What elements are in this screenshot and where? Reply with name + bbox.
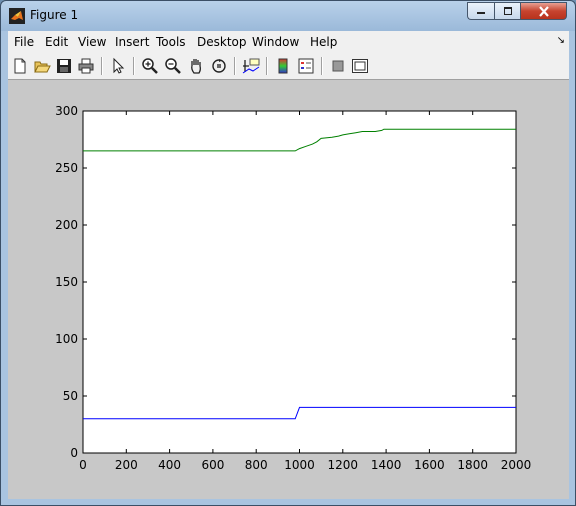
print-button[interactable] bbox=[76, 56, 96, 76]
close-button[interactable] bbox=[520, 2, 567, 20]
axes-box bbox=[82, 110, 517, 454]
toolbar-separator bbox=[266, 57, 268, 75]
open-file-button[interactable] bbox=[32, 56, 52, 76]
pan-button[interactable] bbox=[186, 56, 206, 76]
open-file-icon bbox=[34, 61, 51, 73]
figure-window: Figure 1 File Edit View Insert Tools Des… bbox=[0, 0, 576, 506]
colorbar-button[interactable] bbox=[273, 56, 293, 76]
legend-button[interactable] bbox=[296, 56, 316, 76]
menu-view[interactable]: View bbox=[78, 35, 106, 49]
save-button[interactable] bbox=[54, 56, 74, 76]
pan-hand-icon bbox=[191, 59, 201, 74]
y-tick-label: 50 bbox=[63, 389, 78, 403]
x-tick-label: 400 bbox=[158, 458, 181, 472]
hide-plot-tools-button[interactable] bbox=[328, 56, 348, 76]
colorbar-icon bbox=[278, 58, 288, 74]
y-tick-label: 200 bbox=[55, 218, 78, 232]
toolbar-separator bbox=[101, 57, 103, 75]
rotate-3d-icon bbox=[212, 59, 226, 73]
zoom-out-icon bbox=[165, 58, 181, 74]
x-tick-label: 2000 bbox=[501, 458, 532, 472]
minimize-button[interactable] bbox=[467, 2, 494, 20]
y-tick-label: 100 bbox=[55, 332, 78, 346]
show-plot-tools-button[interactable] bbox=[350, 56, 370, 76]
x-tick-label: 1600 bbox=[414, 458, 445, 472]
pointer-button[interactable] bbox=[108, 56, 128, 76]
x-tick-label: 800 bbox=[245, 458, 268, 472]
save-icon bbox=[57, 59, 71, 73]
window-title: Figure 1 bbox=[30, 8, 79, 22]
x-tick-label: 1200 bbox=[328, 458, 359, 472]
x-tick-label: 1400 bbox=[371, 458, 402, 472]
data-cursor-button[interactable] bbox=[241, 56, 261, 76]
y-tick-label: 0 bbox=[70, 446, 78, 460]
menu-tools[interactable]: Tools bbox=[156, 35, 186, 49]
dock-arrow-icon[interactable]: ↘ bbox=[557, 35, 565, 46]
pointer-icon bbox=[113, 57, 125, 74]
y-tick-label: 250 bbox=[55, 161, 78, 175]
figure-canvas: 0 200 400 600 800 1000 1200 1400 1600 1800 2000 0 50… bbox=[8, 80, 569, 499]
toolbar-separator bbox=[321, 57, 323, 75]
menu-file[interactable]: File bbox=[14, 35, 34, 49]
rotate-3d-button[interactable] bbox=[209, 56, 229, 76]
y-tick-label: 150 bbox=[55, 275, 78, 289]
print-icon bbox=[78, 58, 94, 74]
matlab-logo-icon bbox=[9, 8, 25, 24]
legend-icon bbox=[298, 58, 314, 74]
zoom-out-button[interactable] bbox=[163, 56, 183, 76]
menu-insert[interactable]: Insert bbox=[115, 35, 149, 49]
x-tick-label: 1800 bbox=[457, 458, 488, 472]
figure-toolbar bbox=[8, 53, 569, 80]
hide-plot-tools-icon bbox=[332, 60, 344, 72]
y-tick-label: 300 bbox=[55, 104, 78, 118]
new-figure-icon bbox=[14, 58, 26, 74]
figure-client: File Edit View Insert Tools Desktop Wind… bbox=[8, 31, 569, 499]
minimize-icon bbox=[477, 12, 485, 14]
new-figure-button[interactable] bbox=[10, 56, 30, 76]
toolbar-separator bbox=[234, 57, 236, 75]
menu-desktop[interactable]: Desktop bbox=[197, 35, 247, 49]
title-bar[interactable]: Figure 1 bbox=[1, 1, 575, 31]
menu-help[interactable]: Help bbox=[310, 35, 337, 49]
x-tick-label: 0 bbox=[79, 458, 87, 472]
show-plot-tools-icon bbox=[352, 59, 368, 73]
close-icon bbox=[538, 5, 549, 17]
maximize-button[interactable] bbox=[494, 2, 520, 20]
menu-bar: File Edit View Insert Tools Desktop Wind… bbox=[8, 31, 569, 53]
zoom-in-button[interactable] bbox=[140, 56, 160, 76]
toolbar-separator bbox=[133, 57, 135, 75]
menu-edit[interactable]: Edit bbox=[45, 35, 68, 49]
data-cursor-icon bbox=[242, 58, 260, 74]
x-tick-label: 1000 bbox=[284, 458, 315, 472]
menu-window[interactable]: Window bbox=[252, 35, 299, 49]
x-tick-label: 600 bbox=[201, 458, 224, 472]
maximize-icon bbox=[503, 7, 512, 15]
axes-plot[interactable]: 0 200 400 600 800 1000 1200 1400 1600 1800 2000 0 50… bbox=[8, 80, 569, 499]
x-tick-label: 200 bbox=[115, 458, 138, 472]
zoom-in-icon bbox=[142, 58, 158, 74]
